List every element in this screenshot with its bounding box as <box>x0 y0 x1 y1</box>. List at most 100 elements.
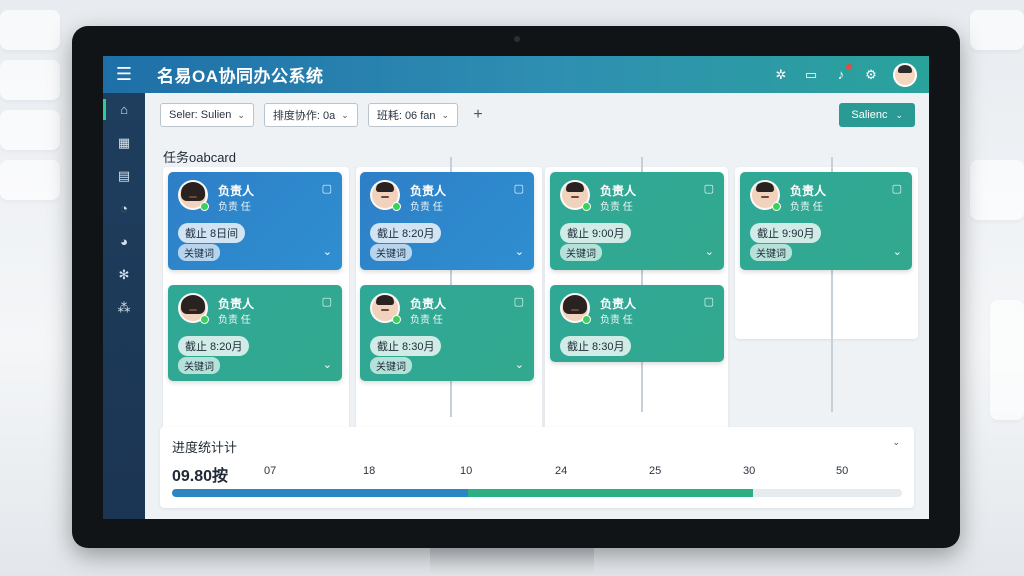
task-card[interactable]: 负责人 负责 任 ▢ 截止 9:00月 关键词 ⌄ <box>550 172 724 270</box>
card-deadline: 截止 8:20月 <box>370 223 442 243</box>
app-header: ☰ 名易OA协同办公系统 ✲ ▭ ♪ ⚙ <box>103 56 929 93</box>
chevron-down-icon: ⌄ <box>895 109 903 120</box>
primary-select-button[interactable]: Salienc ⌄ <box>839 103 915 127</box>
pie-chart-icon: ◕ <box>120 234 128 249</box>
card-deadline: 截止 8:20月 <box>178 336 250 356</box>
app-screen: ☰ 名易OA协同办公系统 ✲ ▭ ♪ ⚙ ⌂ ▦ ▤ ◔ ◕ ✻ ⁂ Seler… <box>103 56 929 519</box>
card-tag: 关键词 <box>178 244 220 261</box>
task-card[interactable]: 负责人 负责 任 ▢ 截止 8:30月 关键词 ⌄ <box>360 285 534 381</box>
bell-icon[interactable]: ♪ <box>833 64 852 82</box>
sidebar-item-chart[interactable]: ◔ <box>103 192 145 225</box>
chevron-down-icon[interactable]: ⌄ <box>323 245 332 258</box>
grid-icon: ▦ <box>117 134 131 150</box>
progress-tick: 30 <box>743 465 756 477</box>
card-owner-name: 负责人 <box>410 297 447 311</box>
sidebar-item-settings[interactable]: ✻ <box>103 258 145 291</box>
sidebar-item-pie[interactable]: ◕ <box>103 225 145 258</box>
notification-dot <box>846 64 852 70</box>
sidebar-item-home[interactable]: ⌂ <box>103 93 145 126</box>
progress-value: 09.80按 <box>172 468 229 485</box>
calendar-icon[interactable]: ▢ <box>322 182 332 195</box>
card-owner-role: 负责 任 <box>410 315 443 326</box>
task-card[interactable]: 负责人 负责 任 ▢ 截止 8:20月 关键词 ⌄ <box>168 285 342 381</box>
card-deadline: 截止 8日间 <box>178 223 246 243</box>
filter-select-3[interactable]: 班耗: 06 fan ⌄ <box>367 103 459 127</box>
sidebar-item-nodes[interactable]: ⁂ <box>103 291 145 324</box>
main-content: Seler: Sulien ⌄ 排度协作: 0a ⌄ 班耗: 06 fan ⌄ … <box>145 93 929 519</box>
sidebar-item-grid[interactable]: ▦ <box>103 126 145 159</box>
online-status-dot <box>582 315 591 324</box>
sidebar: ⌂ ▦ ▤ ◔ ◕ ✻ ⁂ <box>103 93 145 519</box>
online-status-dot <box>582 202 591 211</box>
nodes-icon: ⁂ <box>117 299 131 315</box>
card-owner-role: 负责 任 <box>790 202 823 213</box>
task-card[interactable]: 负责人 负责 任 ▢ 截止 9:90月 关键词 ⌄ <box>740 172 912 270</box>
progress-tick: 24 <box>555 465 568 477</box>
card-deadline: 截止 9:90月 <box>750 223 822 243</box>
progress-segment-b <box>468 489 753 497</box>
gear-icon[interactable]: ⚙ <box>863 67 879 83</box>
calendar-icon[interactable]: ▢ <box>514 182 524 195</box>
chevron-down-icon[interactable]: ⌄ <box>323 358 332 371</box>
camera-dot <box>514 36 520 42</box>
task-card[interactable]: 负责人 负责 任 ▢ 截止 8:20月 关键词 ⌄ <box>360 172 534 270</box>
card-deadline: 截止 8:30月 <box>560 336 632 356</box>
calendar-icon[interactable]: ▢ <box>704 182 714 195</box>
progress-tick: 10 <box>460 465 473 477</box>
online-status-dot <box>200 202 209 211</box>
user-avatar[interactable] <box>893 62 917 87</box>
chevron-down-icon: ⌄ <box>237 109 245 120</box>
calendar-icon: ▤ <box>117 167 131 183</box>
card-owner-role: 负责 任 <box>600 202 633 213</box>
card-deadline: 截止 8:30月 <box>370 336 442 356</box>
app-title: 名易OA协同办公系统 <box>157 67 324 86</box>
header-actions: ✲ ▭ ♪ ⚙ <box>773 56 917 93</box>
progress-tick: 18 <box>363 465 376 477</box>
chevron-down-icon[interactable]: ⌄ <box>515 358 524 371</box>
filter-toolbar: Seler: Sulien ⌄ 排度协作: 0a ⌄ 班耗: 06 fan ⌄ … <box>160 103 488 127</box>
progress-panel: 进度统计计 ⌄ 09.80按 07 18 10 24 25 30 50 <box>160 427 914 508</box>
calendar-icon[interactable]: ▢ <box>322 295 332 308</box>
progress-tick: 50 <box>836 465 849 477</box>
add-filter-button[interactable]: + <box>468 103 488 127</box>
calendar-icon[interactable]: ▢ <box>704 295 714 308</box>
progress-bar <box>172 489 902 497</box>
card-owner-role: 负责 任 <box>600 315 633 326</box>
filter-select-label: Seler: Sulien <box>169 109 232 121</box>
card-owner-name: 负责人 <box>600 297 637 311</box>
card-owner-name: 负责人 <box>218 297 255 311</box>
settings-icon: ✻ <box>118 266 130 282</box>
calendar-icon[interactable]: ▢ <box>514 295 524 308</box>
chevron-down-icon[interactable]: ⌄ <box>515 245 524 258</box>
card-deadline: 截止 9:00月 <box>560 223 632 243</box>
filter-select-label: 班耗: 06 fan <box>376 110 436 122</box>
card-owner-role: 负责 任 <box>410 202 443 213</box>
online-status-dot <box>200 315 209 324</box>
card-owner-name: 负责人 <box>600 184 637 198</box>
chat-icon[interactable]: ▭ <box>803 67 819 83</box>
chevron-down-icon[interactable]: ⌄ <box>892 437 900 448</box>
task-card[interactable]: 负责人 负责 任 ▢ 截止 8:30月 <box>550 285 724 362</box>
progress-title: 进度统计计 <box>172 440 238 455</box>
menu-icon[interactable]: ☰ <box>103 56 145 93</box>
sidebar-item-calendar[interactable]: ▤ <box>103 159 145 192</box>
card-tag: 关键词 <box>370 357 412 374</box>
card-tag: 关键词 <box>370 244 412 261</box>
online-status-dot <box>392 315 401 324</box>
monitor-stand <box>430 548 594 576</box>
online-status-dot <box>772 202 781 211</box>
calendar-icon[interactable]: ▢ <box>892 182 902 195</box>
home-icon: ⌂ <box>120 102 128 117</box>
card-owner-name: 负责人 <box>218 184 255 198</box>
board-title: 任务oabcard <box>163 150 236 165</box>
chevron-down-icon[interactable]: ⌄ <box>705 245 714 258</box>
task-card[interactable]: 负责人 负责 任 ▢ 截止 8日间 关键词 ⌄ <box>168 172 342 270</box>
plus-icon: + <box>473 106 483 123</box>
share-icon[interactable]: ✲ <box>773 67 789 83</box>
chevron-down-icon: ⌄ <box>441 109 450 120</box>
progress-tick: 07 <box>264 465 277 477</box>
card-tag: 关键词 <box>178 357 220 374</box>
filter-select-2[interactable]: 排度协作: 0a ⌄ <box>263 103 358 127</box>
filter-select-1[interactable]: Seler: Sulien ⌄ <box>160 103 254 127</box>
chevron-down-icon[interactable]: ⌄ <box>893 245 902 258</box>
